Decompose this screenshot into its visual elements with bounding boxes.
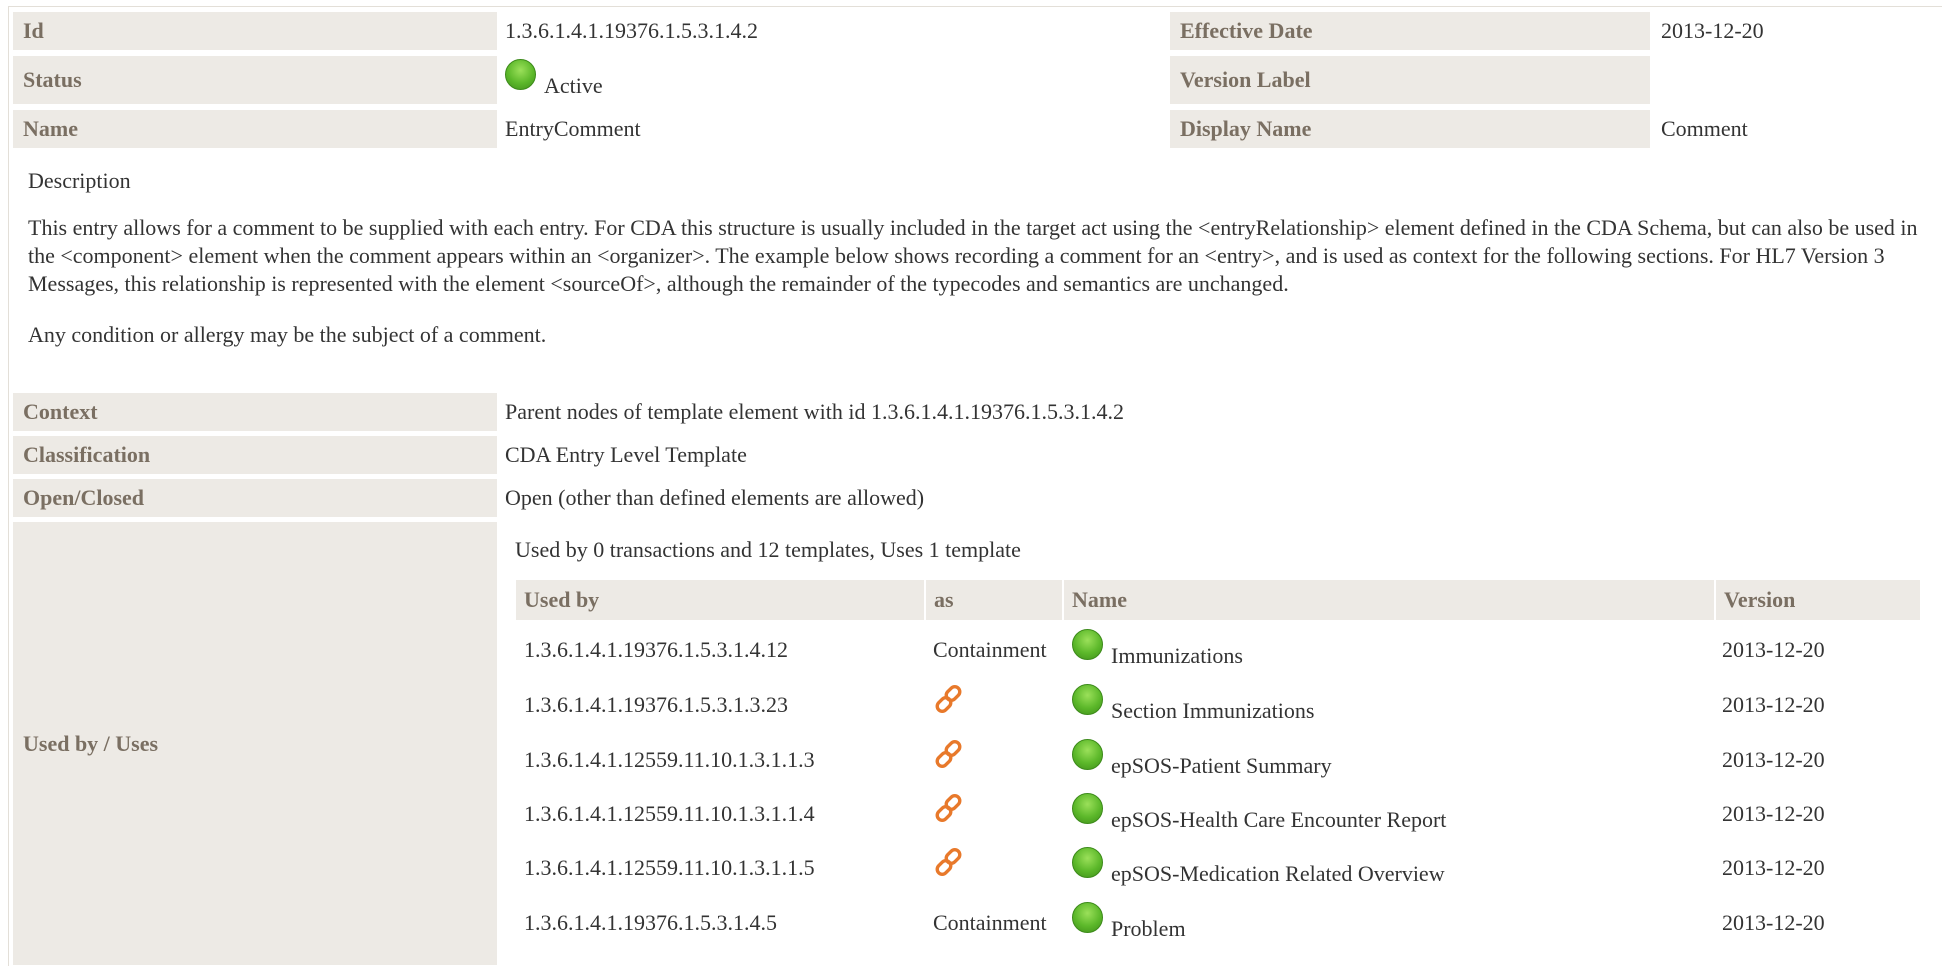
template-name-text: epSOS-Patient Summary bbox=[1111, 753, 1332, 778]
template-version: 2013-12-20 bbox=[1722, 637, 1825, 662]
status-active-icon bbox=[505, 58, 536, 90]
status-active-icon bbox=[1072, 683, 1103, 715]
template-name-text: epSOS-Medication Related Overview bbox=[1111, 861, 1445, 886]
template-id-link[interactable]: 1.3.6.1.4.1.12559.11.10.1.3.1.1.5 bbox=[524, 846, 815, 890]
status-active-icon bbox=[1072, 628, 1103, 660]
relationship-type: Containment bbox=[933, 637, 1047, 662]
template-name[interactable]: Problem bbox=[1072, 901, 1186, 945]
template-name-text: epSOS-Health Care Encounter Report bbox=[1111, 807, 1447, 832]
link-icon[interactable] bbox=[933, 792, 967, 836]
template-id-link[interactable]: 1.3.6.1.4.1.19376.1.5.3.1.4.12 bbox=[524, 628, 788, 672]
header-version: Version bbox=[1716, 580, 1920, 620]
name-value: EntryComment bbox=[505, 116, 641, 141]
effective-date-value: 2013-12-20 bbox=[1661, 18, 1764, 43]
open-closed-label: Open/Closed bbox=[13, 479, 497, 517]
version-label-label: Version Label bbox=[1170, 56, 1650, 104]
template-version: 2013-12-20 bbox=[1722, 910, 1825, 935]
used-by-uses-label: Used by / Uses bbox=[13, 522, 497, 965]
template-id-link[interactable]: 1.3.6.1.4.1.12559.11.10.1.3.1.1.4 bbox=[524, 792, 815, 836]
template-name[interactable]: Section Immunizations bbox=[1072, 683, 1314, 727]
link-icon[interactable] bbox=[933, 846, 967, 890]
context-label: Context bbox=[13, 393, 497, 431]
usage-summary: Used by 0 transactions and 12 templates,… bbox=[515, 537, 1021, 562]
status-active-icon bbox=[1072, 792, 1103, 824]
open-closed-value: Open (other than defined elements are al… bbox=[505, 485, 925, 510]
header-name: Name bbox=[1064, 580, 1714, 620]
template-name[interactable]: Immunizations bbox=[1072, 628, 1243, 672]
template-version: 2013-12-20 bbox=[1722, 747, 1825, 772]
id-value: 1.3.6.1.4.1.19376.1.5.3.1.4.2 bbox=[505, 18, 758, 43]
template-version: 2013-12-20 bbox=[1722, 692, 1825, 717]
relationship-type: Containment bbox=[933, 910, 1047, 935]
context-value: Parent nodes of template element with id… bbox=[505, 399, 1124, 424]
link-icon[interactable] bbox=[933, 738, 967, 782]
classification-value: CDA Entry Level Template bbox=[505, 442, 747, 467]
status-active-icon bbox=[1072, 901, 1103, 933]
display-name-value: Comment bbox=[1661, 116, 1748, 141]
link-icon[interactable] bbox=[933, 683, 967, 727]
effective-date-label: Effective Date bbox=[1170, 12, 1650, 50]
display-name-label: Display Name bbox=[1170, 110, 1650, 148]
status-label: Status bbox=[13, 56, 497, 104]
template-id-link[interactable]: 1.3.6.1.4.1.12559.11.10.1.3.1.1.3 bbox=[524, 738, 815, 782]
classification-label: Classification bbox=[13, 436, 497, 474]
template-name[interactable]: epSOS-Health Care Encounter Report bbox=[1072, 792, 1446, 836]
status-text: Active bbox=[544, 73, 603, 98]
description-heading: Description bbox=[28, 168, 131, 193]
description-note: Any condition or allergy may be the subj… bbox=[28, 322, 547, 347]
template-id-link[interactable]: 1.3.6.1.4.1.19376.1.5.3.1.3.23 bbox=[524, 683, 788, 727]
template-version: 2013-12-20 bbox=[1722, 855, 1825, 880]
template-name[interactable]: epSOS-Medication Related Overview bbox=[1072, 846, 1445, 890]
status-active-icon bbox=[1072, 846, 1103, 878]
template-id-link[interactable]: 1.3.6.1.4.1.19376.1.5.3.1.4.5 bbox=[524, 901, 777, 945]
status-value: Active bbox=[505, 56, 603, 104]
template-name-text: Problem bbox=[1111, 916, 1186, 941]
header-used-by: Used by bbox=[516, 580, 924, 620]
description-paragraph: This entry allows for a comment to be su… bbox=[28, 215, 1918, 296]
template-name-text: Immunizations bbox=[1111, 643, 1243, 668]
header-as: as bbox=[926, 580, 1062, 620]
template-version: 2013-12-20 bbox=[1722, 801, 1825, 826]
name-label: Name bbox=[13, 110, 497, 148]
id-label: Id bbox=[13, 12, 497, 50]
template-name[interactable]: epSOS-Patient Summary bbox=[1072, 738, 1332, 782]
template-name-text: Section Immunizations bbox=[1111, 698, 1315, 723]
status-active-icon bbox=[1072, 738, 1103, 770]
